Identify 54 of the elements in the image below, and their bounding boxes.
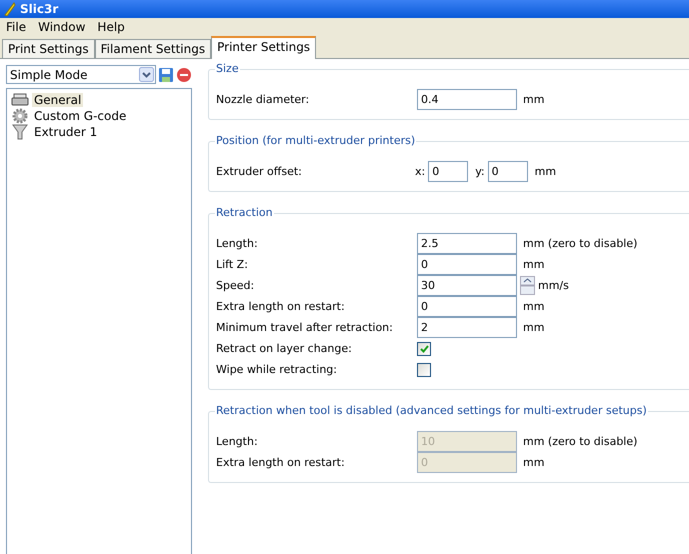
field-label: Nozzle diameter: — [216, 93, 310, 106]
field-label: Length: — [216, 435, 259, 448]
funnel-icon — [11, 124, 29, 140]
input-field[interactable]: 2.5 — [417, 233, 517, 254]
field-label: Extra length on restart: — [216, 300, 346, 313]
unit-label: mm (zero to disable) — [523, 237, 638, 250]
tab[interactable]: Printer Settings — [211, 36, 316, 59]
save-icon[interactable] — [158, 66, 174, 82]
tab[interactable]: Print Settings — [2, 39, 95, 58]
unit-label: mm — [523, 300, 544, 313]
checkbox[interactable] — [417, 342, 431, 356]
input-field[interactable]: 0 — [428, 161, 468, 182]
input-field[interactable]: 0 — [417, 254, 517, 275]
field-label: Extra length on restart: — [216, 456, 346, 469]
preset-dropdown[interactable]: Simple Mode — [6, 65, 156, 84]
field-label: Minimum travel after retraction: — [216, 321, 394, 334]
field-label: Wipe while retracting: — [216, 363, 338, 376]
checkbox[interactable] — [417, 362, 431, 376]
tree-item[interactable]: General — [32, 93, 84, 107]
field-label: Lift Z: — [216, 258, 249, 271]
input-field[interactable]: 30 — [417, 275, 517, 296]
gear-icon — [11, 108, 29, 124]
axis-label: y: — [475, 165, 485, 178]
input-field[interactable]: 0 — [488, 161, 528, 182]
field-label: Length: — [216, 237, 259, 250]
group-title: Retraction when tool is disabled (advanced settings for multi-extruder setups) — [215, 404, 648, 417]
field-label: Speed: — [216, 279, 256, 292]
menu-item[interactable]: Help — [91, 20, 131, 34]
group-title: Position (for multi-extruder printers) — [215, 134, 416, 147]
unit-label: mm — [534, 165, 556, 178]
field-label: Extruder offset: — [216, 165, 303, 178]
group-title: Retraction — [215, 206, 274, 219]
input-field[interactable]: 0.4 — [417, 89, 517, 110]
tree-item[interactable]: Extruder 1 — [32, 125, 100, 139]
unit-label: mm — [523, 93, 544, 106]
unit-label: mm/s — [538, 279, 569, 292]
unit-label: mm — [523, 258, 544, 271]
field-label: Retract on layer change: — [216, 342, 353, 355]
window-title: Slic3r — [20, 2, 58, 16]
unit-label: mm — [523, 456, 544, 469]
printer-icon — [11, 93, 29, 107]
input-field[interactable]: 2 — [417, 317, 517, 338]
delete-icon[interactable] — [176, 66, 192, 82]
menu-item[interactable]: File — [0, 20, 32, 34]
unit-label: mm (zero to disable) — [523, 435, 638, 448]
input-field[interactable]: 0 — [417, 296, 517, 317]
unit-label: mm — [523, 321, 544, 334]
spinner-icon[interactable] — [520, 276, 535, 295]
group-title: Size — [215, 62, 240, 75]
tree-item[interactable]: Custom G-code — [32, 109, 128, 123]
axis-label: x: — [415, 165, 426, 178]
tab[interactable]: Filament Settings — [94, 39, 212, 58]
app-logo-icon — [4, 2, 16, 16]
menu-item[interactable]: Window — [32, 20, 92, 34]
